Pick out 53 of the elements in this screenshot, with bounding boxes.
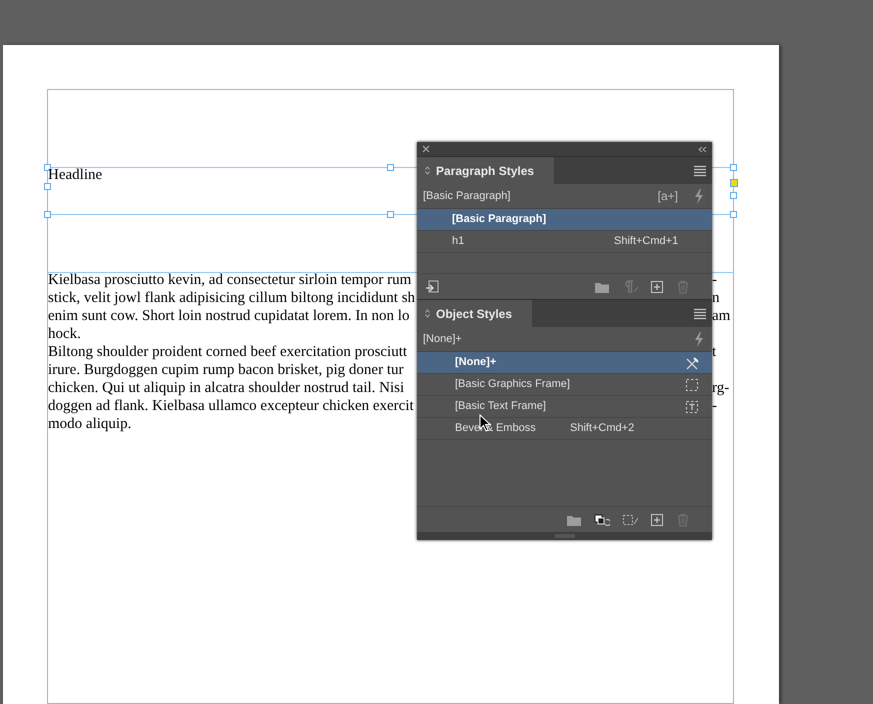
body-text-line: modo aliquip.	[48, 416, 132, 432]
body-text-line: t	[712, 343, 716, 361]
selection-handle[interactable]	[730, 211, 737, 218]
text-thread-port[interactable]	[730, 179, 738, 187]
body-text-line: irure. Burgdoggen cupim rump bacon brisket, pig doner tur	[48, 362, 404, 378]
menu-icon[interactable]	[694, 308, 706, 320]
sort-arrows-icon[interactable]	[425, 166, 430, 175]
style-list-item[interactable]: [Basic Text Frame]	[417, 396, 712, 418]
new-style-icon[interactable]	[650, 280, 664, 294]
dashed-frame-icon	[685, 378, 699, 392]
clear-overrides-icon[interactable]	[594, 512, 610, 526]
style-list-item[interactable]: [Basic Graphics Frame]	[417, 374, 712, 396]
sort-arrows-icon[interactable]	[425, 309, 430, 318]
close-icon[interactable]	[422, 145, 430, 153]
pen-cross-icon	[685, 356, 699, 370]
selection-handle[interactable]	[730, 192, 737, 199]
lightning-icon[interactable]	[692, 330, 704, 348]
resize-grip-icon[interactable]	[554, 534, 574, 538]
body-text-line: enim sunt cow. Short loin nostrud cupidatat lorem. In non lo	[48, 308, 410, 324]
load-styles-icon[interactable]	[425, 280, 441, 294]
body-text-line: hock.	[48, 326, 81, 342]
body-text-line: -	[712, 397, 717, 415]
selection-handle[interactable]	[730, 164, 737, 171]
new-style-button[interactable]: [a+]	[658, 187, 678, 205]
selection-handle[interactable]	[44, 211, 51, 218]
new-style-icon[interactable]	[650, 512, 664, 526]
style-list-item[interactable]: h1 Shift+Cmd+1	[417, 231, 712, 253]
body-text-line: Biltong shoulder proident corned beef exercitation prosciutt	[48, 344, 408, 360]
style-list-item[interactable]: [Basic Paragraph]	[417, 209, 712, 231]
clear-frame-icon[interactable]	[622, 512, 638, 526]
lightning-icon[interactable]	[692, 188, 704, 204]
selection-handle[interactable]	[44, 183, 51, 190]
panel-tab[interactable]: Paragraph Styles	[417, 157, 554, 184]
body-text-line: chicken. Qui ut aliquip in alcatra shoulder nostrud tail. Nisi	[48, 380, 404, 396]
body-text-line: am	[712, 307, 730, 325]
current-style-text: [Basic Paragraph]	[423, 188, 510, 204]
body-text-line: doggen ad flank. Kielbasa ullamco excepteur chicken exercit	[48, 398, 414, 414]
body-text-line: -	[712, 271, 717, 289]
selection-handle[interactable]	[387, 164, 394, 171]
trash-icon[interactable]	[676, 280, 690, 294]
body-text-line: Kielbasa prosciutto kevin, ad consectetur sirloin tempor rum	[48, 272, 412, 288]
text-frame-icon	[685, 400, 699, 414]
menu-icon[interactable]	[694, 164, 706, 176]
headline-text: Headline	[48, 167, 102, 183]
body-text-line: stick, velit jowl flank adipisicing cillum biltong incididunt sh	[48, 290, 416, 306]
style-list-item[interactable]: [None]+	[417, 352, 712, 374]
body-text-line: n	[712, 289, 720, 307]
body-text-line: rg-	[712, 379, 730, 397]
panel-tab[interactable]: Object Styles	[417, 300, 532, 327]
collapse-icon[interactable]	[698, 146, 707, 152]
selection-handle[interactable]	[387, 211, 394, 218]
trash-icon[interactable]	[676, 512, 690, 526]
current-style-text: [None]+	[423, 332, 462, 347]
